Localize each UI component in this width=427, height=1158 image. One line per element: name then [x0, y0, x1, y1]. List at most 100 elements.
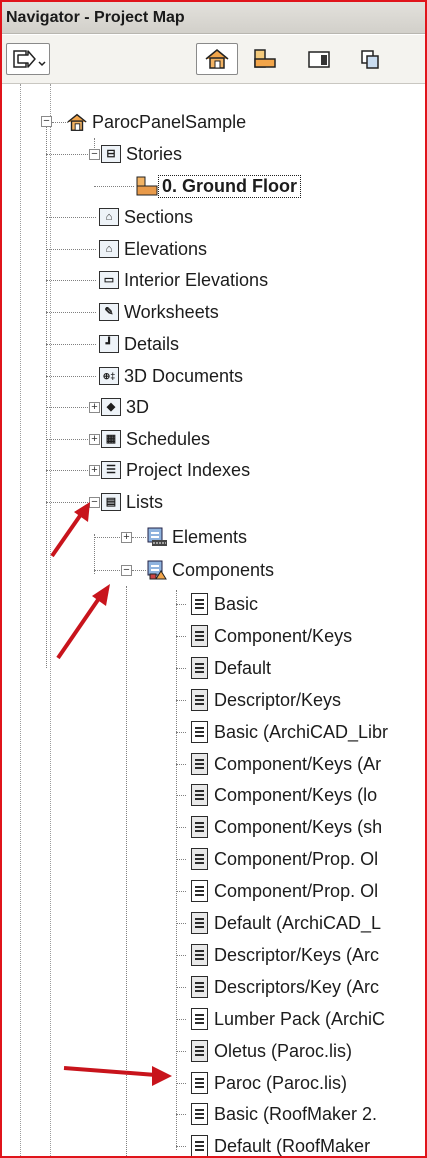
component-list-item[interactable]: Descriptor/Keys	[188, 684, 341, 716]
tree-item-project-indexes[interactable]: ☰ Project Indexes	[100, 454, 250, 486]
tree-item-worksheets[interactable]: ✎ Worksheets	[98, 296, 219, 328]
tree-connector	[176, 827, 186, 828]
tree-item-label: Component/Prop. Ol	[214, 848, 379, 869]
list-scheme-icon	[188, 912, 210, 934]
tree-item-label: Lists	[126, 491, 164, 512]
tree-item-label: Basic (RoofMaker 2.	[214, 1103, 378, 1124]
tree-item-3d-documents[interactable]: ⊕‡ 3D Documents	[98, 360, 243, 392]
tree-item-stories[interactable]: ⊟ Stories	[100, 138, 182, 170]
layout-book-button[interactable]	[302, 43, 336, 75]
tree-item-label: Component/Keys (lo	[214, 784, 378, 805]
component-list-item[interactable]: Oletus (Paroc.lis)	[188, 1035, 352, 1067]
components-expander[interactable]: −	[121, 565, 132, 576]
tree-connector	[176, 795, 186, 796]
index-icon: ☰	[100, 459, 122, 481]
tree-item-label: Worksheets	[124, 301, 219, 322]
publisher-sets-button[interactable]	[354, 43, 388, 75]
list-scheme-icon	[188, 657, 210, 679]
house-icon	[205, 49, 229, 69]
tree-item-label: Project Indexes	[126, 459, 251, 480]
tree-item-label: Basic	[214, 593, 259, 614]
tree-item-label: Default (ArchiCAD_L	[214, 912, 382, 933]
root-expander[interactable]: −	[41, 116, 52, 127]
schedules-expander[interactable]: +	[89, 434, 100, 445]
component-list-item[interactable]: Default	[188, 652, 271, 684]
detail-icon: ┛	[98, 333, 120, 355]
tree-connector	[176, 604, 186, 605]
component-list-item[interactable]: Component/Prop. Ol	[188, 843, 378, 875]
tree-item-interior-elevations[interactable]: ▭ Interior Elevations	[98, 264, 268, 296]
view-map-button[interactable]	[248, 43, 282, 75]
tree-item-components[interactable]: Components	[146, 554, 274, 586]
list-file-icon	[188, 1072, 210, 1094]
tree-connector	[46, 470, 88, 471]
tree-connector	[176, 700, 186, 701]
list-file-icon	[188, 721, 210, 743]
tree-connector	[176, 1146, 186, 1147]
project-map-button[interactable]	[196, 43, 238, 75]
list-scheme-icon	[188, 816, 210, 838]
tree-item-details[interactable]: ┛ Details	[98, 328, 179, 360]
tree-item-3d[interactable]: ◆ 3D	[100, 391, 149, 423]
tree-item-root[interactable]: ParocPanelSample	[66, 106, 246, 138]
tree-item-elements[interactable]: Elements	[146, 521, 247, 553]
list-file-icon	[188, 880, 210, 902]
list-icon: ▤	[100, 491, 122, 513]
component-list-item[interactable]: Component/Prop. Ol	[188, 875, 378, 907]
tree-item-label: Component/Keys	[214, 625, 353, 646]
tree-connector	[46, 249, 96, 250]
stories-expander[interactable]: −	[89, 149, 100, 160]
tree-item-schedules[interactable]: ▦ Schedules	[100, 423, 210, 455]
elements-expander[interactable]: +	[121, 532, 132, 543]
component-list-item[interactable]: Basic (RoofMaker 2.	[188, 1098, 377, 1130]
tree-item-sections[interactable]: ⌂ Sections	[98, 201, 193, 233]
tree-item-label: Lumber Pack (ArchiC	[214, 1008, 386, 1029]
navigator-toolbar	[2, 35, 425, 84]
tree-connector	[46, 280, 96, 281]
tree-item-elevations[interactable]: ⌂ Elevations	[98, 233, 207, 265]
component-list-item[interactable]: Component/Keys (sh	[188, 811, 382, 843]
tree-connector	[46, 154, 88, 155]
component-list-item[interactable]: Component/Keys (Ar	[188, 748, 381, 780]
component-list-item[interactable]: Lumber Pack (ArchiC	[188, 1003, 385, 1035]
component-list-item[interactable]: Default (RoofMaker	[188, 1130, 370, 1156]
tree-item-label: Details	[124, 333, 180, 354]
component-list-item[interactable]: Paroc (Paroc.lis)	[188, 1067, 347, 1099]
tree-item-lists[interactable]: ▤ Lists	[100, 486, 163, 518]
tree-item-ground-floor[interactable]: 0. Ground Floor	[136, 170, 301, 202]
tree-connector	[94, 186, 134, 187]
3d-expander[interactable]: +	[89, 402, 100, 413]
tree-item-label: Component/Keys (Ar	[214, 753, 382, 774]
publish-set-button[interactable]	[6, 43, 50, 75]
component-list-item[interactable]: Component/Keys	[188, 620, 352, 652]
annotation-arrow	[56, 584, 110, 660]
tree-connector	[176, 1019, 186, 1020]
panel-title: Navigator - Project Map	[2, 2, 425, 34]
component-list-item[interactable]: Component/Keys (lo	[188, 779, 377, 811]
project-indexes-expander[interactable]: +	[89, 465, 100, 476]
layout-icon	[308, 51, 330, 68]
tree-connector	[46, 122, 47, 668]
component-list-item[interactable]: Default (ArchiCAD_L	[188, 907, 381, 939]
tree-item-label: Descriptors/Key (Arc	[214, 976, 380, 997]
component-list-item[interactable]: Descriptors/Key (Arc	[188, 971, 379, 1003]
stories-icon: ⊟	[100, 143, 122, 165]
annotation-arrow	[63, 1066, 172, 1086]
tree-item-label: Elements	[172, 526, 248, 547]
list-file-icon	[188, 1103, 210, 1125]
tree-item-label: 3D	[126, 396, 150, 417]
tree-connector	[46, 217, 96, 218]
tree-connector	[132, 537, 146, 538]
component-list-item[interactable]: Basic	[188, 588, 258, 620]
list-scheme-icon	[188, 784, 210, 806]
list-scheme-icon	[188, 625, 210, 647]
tree-connector	[46, 344, 96, 345]
tree-connector	[176, 891, 186, 892]
list-file-icon	[188, 1135, 210, 1156]
component-list-item[interactable]: Basic (ArchiCAD_Libr	[188, 716, 388, 748]
tree-connector	[176, 764, 186, 765]
tree-connector	[132, 570, 146, 571]
component-list-item[interactable]: Descriptor/Keys (Arc	[188, 939, 379, 971]
tree-connector	[176, 1051, 186, 1052]
elevation-icon: ⌂	[98, 238, 120, 260]
